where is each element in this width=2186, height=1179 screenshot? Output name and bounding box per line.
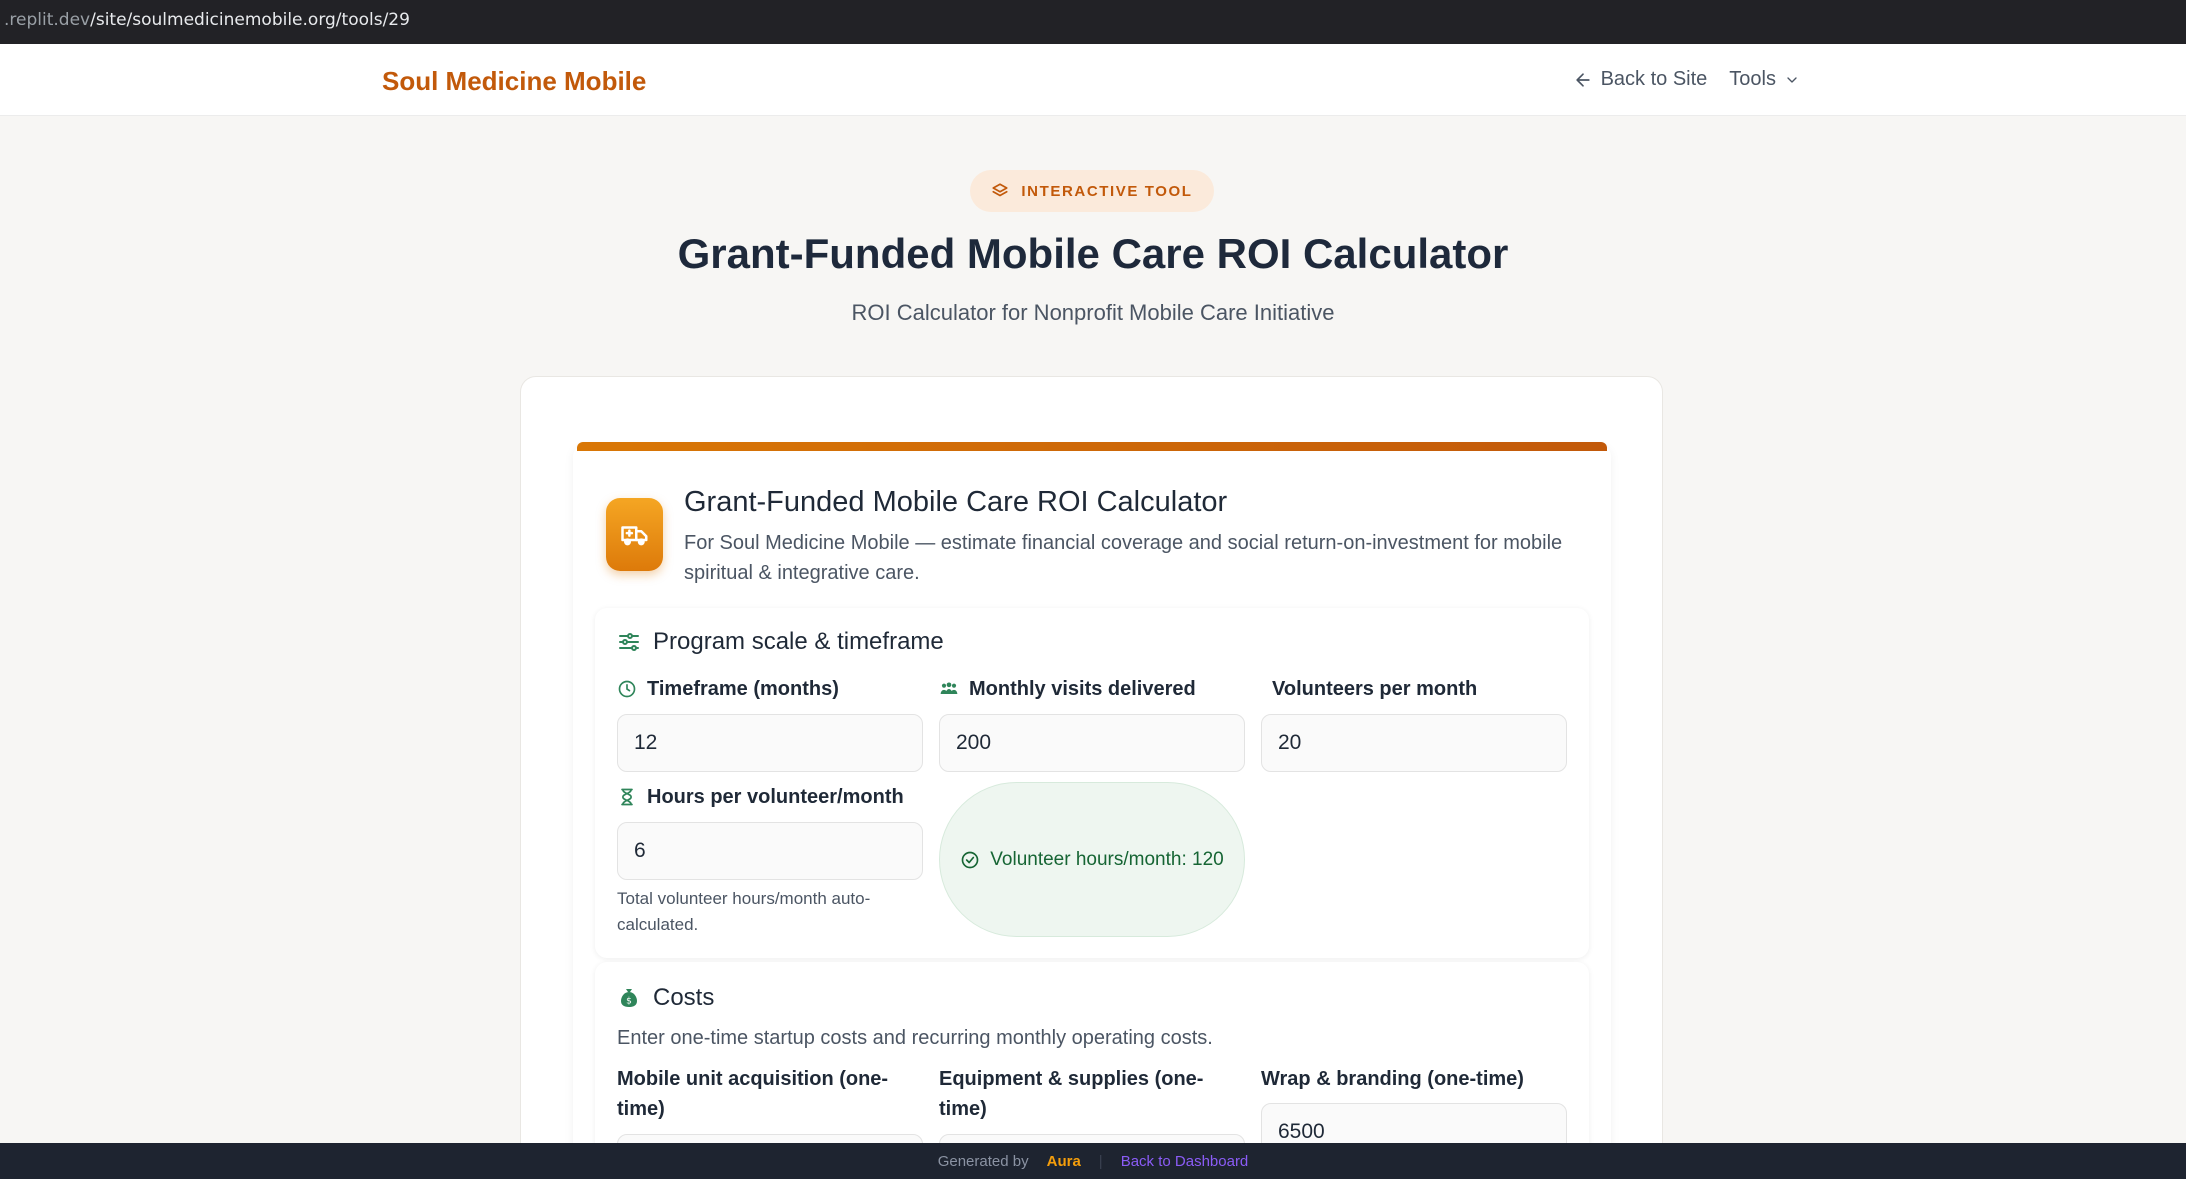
hours-per-volunteer-input[interactable] bbox=[617, 822, 923, 880]
hourglass-icon bbox=[621, 788, 633, 806]
timeframe-label: Timeframe (months) bbox=[617, 674, 839, 704]
url-path: /site/soulmedicinemobile.org/tools/29 bbox=[90, 10, 410, 30]
check-circle-icon bbox=[961, 851, 979, 868]
users-icon bbox=[940, 682, 958, 694]
costs-description: Enter one-time startup costs and recurri… bbox=[617, 1027, 1213, 1049]
browser-url-bar[interactable]: .replit.dev/site/soulmedicinemobile.org/… bbox=[0, 0, 2186, 44]
costs-heading: $ Costs bbox=[617, 984, 714, 1012]
top-nav: Back to Site Tools bbox=[1573, 68, 1800, 91]
calculator-title: Grant-Funded Mobile Care ROI Calculator bbox=[684, 486, 1228, 518]
generated-footer: Generated by Aura | Back to Dashboard bbox=[0, 1143, 2186, 1179]
volunteers-label: Volunteers per month bbox=[1272, 674, 1477, 704]
equipment-label: Equipment & supplies (one-time) bbox=[939, 1064, 1239, 1124]
svg-text:$: $ bbox=[626, 997, 632, 1007]
footer-separator: | bbox=[1098, 1152, 1103, 1170]
costs-title: Costs bbox=[653, 984, 715, 1011]
brand-logo[interactable]: Soul Medicine Mobile bbox=[382, 66, 646, 97]
wrap-branding-label-text: Wrap & branding (one-time) bbox=[1261, 1068, 1524, 1090]
arrow-left-icon bbox=[1575, 72, 1590, 87]
back-to-site-link[interactable]: Back to Site bbox=[1573, 68, 1708, 91]
layers-icon bbox=[992, 183, 1008, 197]
wrap-branding-label: Wrap & branding (one-time) bbox=[1261, 1064, 1581, 1094]
site-header: Soul Medicine Mobile Back to Site Tools bbox=[0, 44, 2186, 116]
interactive-tool-badge: INTERACTIVE TOOL bbox=[970, 170, 1214, 212]
hours-per-volunteer-label-text: Hours per volunteer/month bbox=[647, 786, 904, 808]
url-host: .replit.dev bbox=[4, 10, 91, 30]
tools-label: Tools bbox=[1729, 68, 1776, 90]
page-subtitle: ROI Calculator for Nonprofit Mobile Care… bbox=[851, 300, 1335, 325]
monthly-visits-label: Monthly visits delivered bbox=[939, 674, 1196, 704]
clock-icon bbox=[618, 680, 636, 698]
monthly-visits-label-text: Monthly visits delivered bbox=[969, 678, 1196, 700]
timeframe-input[interactable] bbox=[617, 714, 923, 772]
timeframe-label-text: Timeframe (months) bbox=[647, 678, 839, 700]
hours-per-volunteer-label: Hours per volunteer/month bbox=[617, 782, 904, 812]
calculator-description: For Soul Medicine Mobile — estimate fina… bbox=[684, 532, 1563, 584]
monthly-visits-input[interactable] bbox=[939, 714, 1245, 772]
aura-brand: Aura bbox=[1046, 1152, 1081, 1170]
volunteer-hours-summary: Volunteer hours/month: 120 bbox=[939, 782, 1245, 937]
page-title: Grant-Funded Mobile Care ROI Calculator bbox=[677, 230, 1509, 277]
ambulance-icon bbox=[606, 498, 663, 571]
badge-label: INTERACTIVE TOOL bbox=[1021, 182, 1193, 200]
program-scale-title: Program scale & timeframe bbox=[653, 628, 944, 655]
mobile-unit-label-text: Mobile unit acquisition (one-time) bbox=[617, 1068, 889, 1120]
program-scale-heading: Program scale & timeframe bbox=[617, 628, 944, 656]
generated-by-text: Generated by bbox=[937, 1152, 1029, 1170]
mobile-unit-label: Mobile unit acquisition (one-time) bbox=[617, 1064, 917, 1124]
volunteer-hours-summary-text: Volunteer hours/month: 120 bbox=[990, 848, 1224, 870]
sliders-icon bbox=[619, 633, 639, 651]
money-bag-icon: $ bbox=[621, 989, 637, 1007]
volunteers-input[interactable] bbox=[1261, 714, 1567, 772]
tools-dropdown[interactable]: Tools bbox=[1729, 68, 1800, 91]
hours-help-text: Total volunteer hours/month auto-calcula… bbox=[617, 889, 871, 934]
back-to-dashboard-link[interactable]: Back to Dashboard bbox=[1121, 1153, 1249, 1170]
card-accent-bar bbox=[577, 442, 1607, 451]
equipment-label-text: Equipment & supplies (one-time) bbox=[939, 1068, 1204, 1120]
back-to-site-label: Back to Site bbox=[1600, 68, 1708, 90]
volunteers-label-text: Volunteers per month bbox=[1272, 678, 1478, 700]
chevron-down-icon bbox=[1787, 76, 1797, 83]
